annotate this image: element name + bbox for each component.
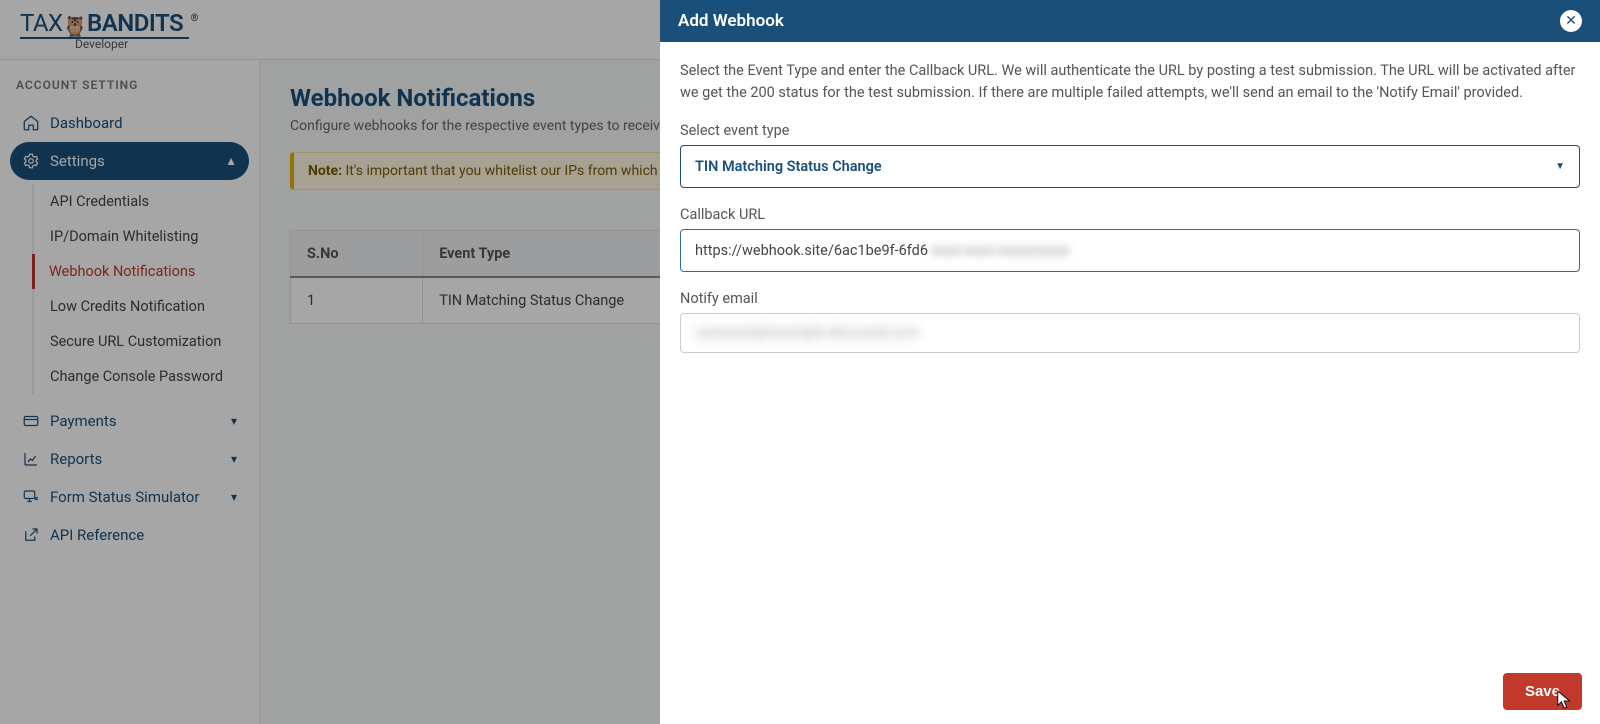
close-button[interactable]: ✕ <box>1560 10 1582 32</box>
panel-description: Select the Event Type and enter the Call… <box>680 60 1580 104</box>
panel-title: Add Webhook <box>678 11 784 31</box>
callback-url-label: Callback URL <box>680 206 1580 223</box>
callback-url-input[interactable]: https://webhook.site/6ac1be9f-6fd6-xxxx-… <box>680 229 1580 272</box>
event-type-value: TIN Matching Status Change <box>695 158 882 175</box>
notify-email-obscured: someone@example-obscured.com <box>695 324 1015 342</box>
field-event-type: Select event type TIN Matching Status Ch… <box>680 122 1580 188</box>
close-icon: ✕ <box>1565 13 1577 29</box>
field-callback-url: Callback URL https://webhook.site/6ac1be… <box>680 206 1580 272</box>
caret-down-icon: ▼ <box>1555 161 1565 172</box>
panel-header: Add Webhook ✕ <box>660 0 1600 42</box>
event-type-select[interactable]: TIN Matching Status Change ▼ <box>680 145 1580 188</box>
field-notify-email: Notify email someone@example-obscured.co… <box>680 290 1580 353</box>
callback-url-value: https://webhook.site/6ac1be9f-6fd6 <box>695 242 928 259</box>
event-type-label: Select event type <box>680 122 1580 139</box>
save-button[interactable]: Save <box>1503 673 1582 710</box>
panel-footer: Save <box>660 659 1600 724</box>
add-webhook-panel: Add Webhook ✕ Select the Event Type and … <box>660 0 1600 724</box>
callback-url-obscured: -xxxx-xxxx-xxxxxxxxxx <box>928 242 1070 259</box>
notify-email-input[interactable]: someone@example-obscured.com <box>680 313 1580 353</box>
panel-body: Select the Event Type and enter the Call… <box>660 42 1600 659</box>
notify-email-label: Notify email <box>680 290 1580 307</box>
